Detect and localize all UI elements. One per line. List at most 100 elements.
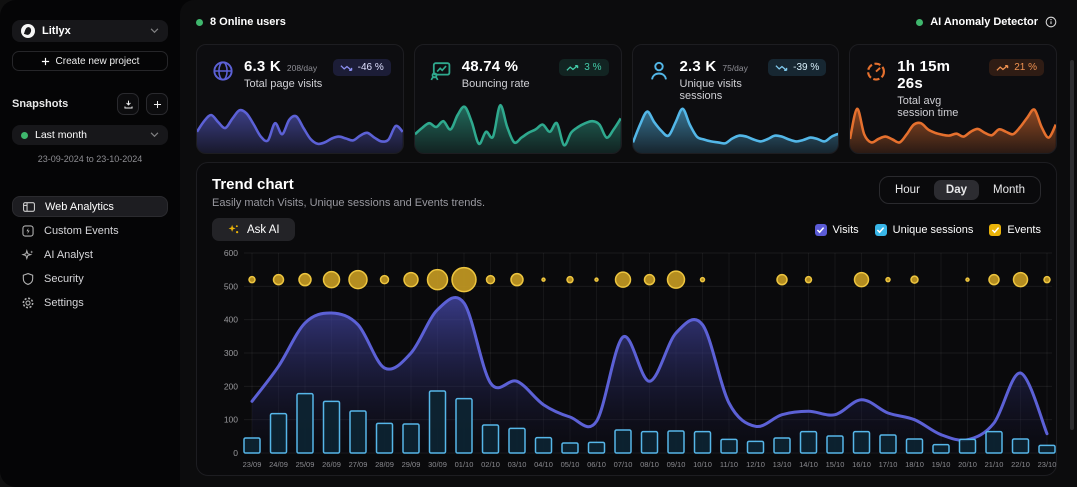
tab-hour[interactable]: Hour <box>883 180 932 200</box>
snapshot-add-button[interactable] <box>146 93 168 115</box>
unique-sessions-bar[interactable] <box>854 432 870 453</box>
events-bubble[interactable] <box>777 275 787 285</box>
events-bubble[interactable] <box>668 271 685 288</box>
unique-sessions-checkbox[interactable] <box>875 224 887 236</box>
nav-label: Settings <box>44 297 84 309</box>
unique-sessions-bar[interactable] <box>430 391 446 453</box>
tab-month[interactable]: Month <box>981 180 1037 200</box>
info-icon[interactable] <box>1045 16 1057 28</box>
sidebar-item-ai-analyst[interactable]: AI Analyst <box>12 244 168 265</box>
events-bubble[interactable] <box>542 278 545 281</box>
sidebar-item-custom-events[interactable]: Custom Events <box>12 220 168 241</box>
y-tick-label: 500 <box>224 281 238 291</box>
x-tick-label: 06/10 <box>587 460 606 469</box>
unique-sessions-bar[interactable] <box>1039 445 1055 453</box>
nav-label: AI Analyst <box>44 249 93 261</box>
y-tick-label: 600 <box>224 248 238 258</box>
ask-ai-button[interactable]: Ask AI <box>212 218 295 241</box>
events-bubble[interactable] <box>324 272 340 288</box>
legend-events[interactable]: Events <box>989 224 1041 236</box>
y-tick-label: 200 <box>224 381 238 391</box>
create-project-button[interactable]: Create new project <box>12 51 168 71</box>
unique-sessions-bar[interactable] <box>827 436 843 453</box>
card-unique-visits-sessions[interactable]: 2.3 K 75/day Unique visits sessions -39 … <box>632 44 840 154</box>
events-bubble[interactable] <box>806 277 812 283</box>
unique-sessions-bar[interactable] <box>562 443 578 453</box>
bounce-icon <box>429 59 453 83</box>
unique-sessions-bar[interactable] <box>880 435 896 453</box>
ai-anomaly-detector[interactable]: AI Anomaly Detector <box>916 16 1057 28</box>
scrollbar[interactable] <box>1070 60 1074 430</box>
period-status-dot <box>21 132 28 139</box>
events-bubble[interactable] <box>855 273 869 287</box>
events-bubble[interactable] <box>249 277 255 283</box>
tab-day[interactable]: Day <box>934 180 979 200</box>
card-unit: 75/day <box>722 63 748 73</box>
gear-icon <box>21 296 35 310</box>
unique-sessions-bar[interactable] <box>721 439 737 453</box>
legend-unique-sessions[interactable]: Unique sessions <box>875 224 974 236</box>
sidebar-item-web-analytics[interactable]: Web Analytics <box>12 196 168 217</box>
unique-sessions-bar[interactable] <box>774 438 790 453</box>
app-window: Litlyx Create new project Snapshots Last… <box>0 0 1077 487</box>
unique-sessions-bar[interactable] <box>536 438 552 453</box>
unique-sessions-bar[interactable] <box>695 432 711 453</box>
card-bouncing-rate[interactable]: 48.74 % Bouncing rate 3 % <box>414 44 622 154</box>
unique-sessions-bar[interactable] <box>350 411 366 453</box>
events-bubble[interactable] <box>701 278 705 282</box>
plus-icon <box>152 99 163 110</box>
events-bubble[interactable] <box>404 273 418 287</box>
visits-checkbox[interactable] <box>815 224 827 236</box>
events-bubble[interactable] <box>299 274 311 286</box>
events-bubble[interactable] <box>645 275 655 285</box>
sidebar-item-settings[interactable]: Settings <box>12 292 168 313</box>
events-bubble[interactable] <box>274 275 284 285</box>
unique-sessions-bar[interactable] <box>801 432 817 453</box>
snapshot-save-button[interactable] <box>117 93 139 115</box>
events-bubble[interactable] <box>567 277 573 283</box>
unique-sessions-bar[interactable] <box>589 442 605 453</box>
events-bubble[interactable] <box>428 270 448 290</box>
events-bubble[interactable] <box>452 268 476 292</box>
events-bubble[interactable] <box>886 278 890 282</box>
events-bubble[interactable] <box>989 275 999 285</box>
unique-sessions-bar[interactable] <box>907 439 923 453</box>
unique-sessions-bar[interactable] <box>483 425 499 453</box>
unique-sessions-bar[interactable] <box>244 438 260 453</box>
legend-visits[interactable]: Visits <box>815 224 859 236</box>
unique-sessions-bar[interactable] <box>960 439 976 453</box>
sidebar-item-security[interactable]: Security <box>12 268 168 289</box>
events-bubble[interactable] <box>511 274 523 286</box>
unique-sessions-bar[interactable] <box>748 441 764 453</box>
events-bubble[interactable] <box>1014 273 1028 287</box>
events-bubble[interactable] <box>911 276 918 283</box>
trend-chart[interactable]: 010020030040050060023/0924/0925/0926/092… <box>212 247 1057 479</box>
events-bubble[interactable] <box>349 271 367 289</box>
snapshot-period-select[interactable]: Last month <box>12 125 168 145</box>
events-bubble[interactable] <box>1044 277 1050 283</box>
events-bubble[interactable] <box>616 272 631 287</box>
events-bubble[interactable] <box>595 278 598 281</box>
project-selector[interactable]: Litlyx <box>12 20 168 42</box>
unique-sessions-bar[interactable] <box>668 431 684 453</box>
unique-sessions-bar[interactable] <box>986 432 1002 453</box>
card-total-page-visits[interactable]: 6.3 K 208/day Total page visits -46 % <box>196 44 404 154</box>
unique-sessions-bar[interactable] <box>509 428 525 453</box>
unique-sessions-bar[interactable] <box>297 394 313 453</box>
unique-sessions-bar[interactable] <box>1013 439 1029 453</box>
card-avg-session-time[interactable]: 1h 15m 26s Total avg session time 21 % <box>849 44 1057 154</box>
unique-sessions-bar[interactable] <box>933 445 949 453</box>
events-bubble[interactable] <box>381 276 389 284</box>
events-bubble[interactable] <box>966 278 969 281</box>
unique-sessions-bar[interactable] <box>377 423 393 453</box>
unique-sessions-bar[interactable] <box>642 432 658 453</box>
anomaly-status-dot <box>916 19 923 26</box>
unique-sessions-bar[interactable] <box>456 399 472 453</box>
unique-sessions-bar[interactable] <box>271 414 287 453</box>
unique-sessions-bar[interactable] <box>324 401 340 453</box>
x-tick-label: 23/09 <box>243 460 262 469</box>
events-checkbox[interactable] <box>989 224 1001 236</box>
unique-sessions-bar[interactable] <box>615 430 631 453</box>
unique-sessions-bar[interactable] <box>403 424 419 453</box>
events-bubble[interactable] <box>487 276 495 284</box>
